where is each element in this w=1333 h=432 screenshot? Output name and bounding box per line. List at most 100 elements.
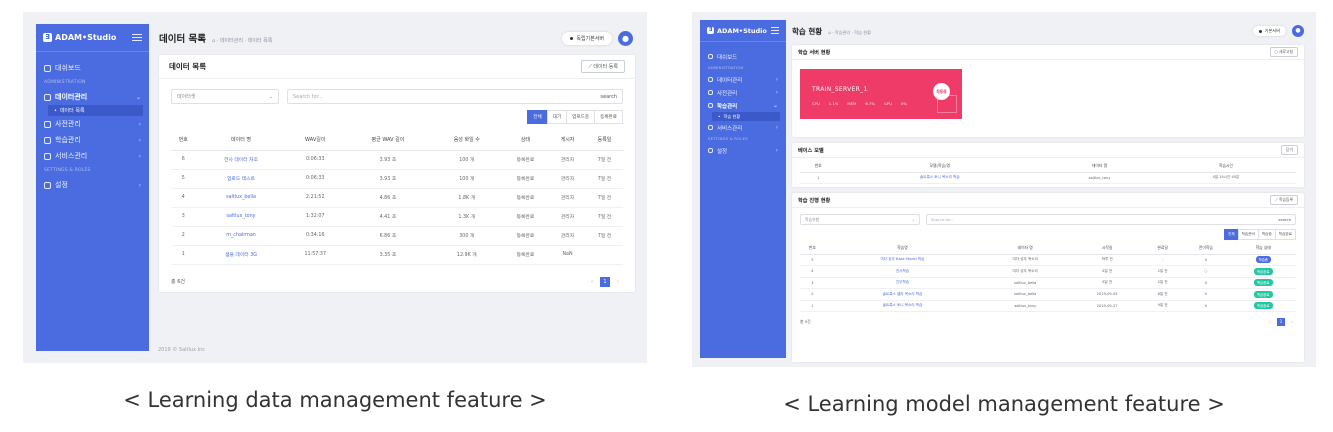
sidebar-item[interactable]: 대쉬보드 [700,50,786,63]
training-name-link[interactable]: 솔트룩스 토니 목소리 학습 [824,300,981,312]
column-header[interactable]: 전이학습 [1181,243,1231,255]
training-type-select[interactable]: 학습유형 ⌄ [800,214,920,225]
table-row[interactable]: 3 saltlux_tony 1:32:07 4.41 초 1.3K 개 등록완료 관리자 7… [171,207,623,227]
sidebar-item[interactable]: 학습관리 ⌄ [700,99,786,112]
sidebar-item[interactable]: 사전관리 › [36,116,149,132]
search-input[interactable]: Search for... search [287,89,623,104]
table-row[interactable]: 2 솔트룩스 벨라 목소리 학습 saltlux_bella 2019-09-05 8일… [800,288,1296,301]
column-header[interactable]: WAV길이 [286,130,345,151]
table-row[interactable]: 5 업로드 테스트 0:06:33 3.93 초 100 개 등록완료 관리자 7일 전 [171,169,623,189]
transfer-icon: ✕ [1181,300,1231,312]
table-row[interactable]: 1 샘플 데이터 3G 11:57:37 3.35 초 12.9K 개 등록완료 NaN [171,245,623,265]
sidebar-item[interactable]: 데이터관리 ⌄ [36,89,149,105]
status-tab[interactable]: 전체 [1223,229,1239,240]
column-header[interactable]: 평균 WAV 길이 [344,130,432,151]
column-header[interactable]: 데이터 명 [980,243,1071,255]
close-button[interactable]: 닫기 [1281,145,1298,155]
table-row[interactable]: 6 전사 데이터 처조 0:06:33 3.93 초 100 개 등록완료 관리자 7일 전 [171,150,623,170]
status-tab[interactable]: 전체 [527,110,548,124]
column-header[interactable]: 완료일 [1144,243,1182,255]
table-row[interactable]: 2 m_chairman 0:34:16 6.86 초 300 개 등록완료 관리자 7일 전 [171,226,623,246]
server-status-pill[interactable]: 기본서버 [1252,26,1286,36]
column-header[interactable]: 게시자 [549,130,586,151]
training-name-link[interactable]: 진우학습 [824,277,981,289]
page-button[interactable]: 1 [1277,318,1285,326]
breadcrumb[interactable]: ⌂ · 학습관리 · 학습 현황 [828,30,871,36]
status-tab[interactable]: 학습중 [1257,229,1276,240]
status-tab[interactable]: 학습준비 [1237,229,1259,240]
sidebar-subitem[interactable]: • 데이터 목록 [48,105,143,116]
refresh-button[interactable]: ○ 새로고침 [1269,47,1298,57]
column-header[interactable]: 번호 [800,161,837,173]
column-header[interactable]: 학습시간 [1155,161,1296,173]
training-name-link[interactable]: 솔트룩스 벨라 목소리 학습 [824,288,981,301]
sidebar-item[interactable]: 데이터관리 › [700,73,786,86]
prev-page-icon[interactable]: ‹ [587,277,597,287]
column-header[interactable]: 데이터 명 [195,130,287,151]
column-header[interactable]: 데이터 명 [1043,161,1156,173]
next-page-icon[interactable]: › [613,277,623,287]
sidebar-item[interactable]: 대쉬보드 [36,60,149,76]
sidebar-item[interactable]: 서비스관리 › [36,148,149,164]
column-header[interactable]: 번호 [171,130,196,151]
data-name-link[interactable]: 업로드 테스트 [195,169,287,189]
menu-toggle-icon[interactable] [132,34,142,41]
sidebar-subitem[interactable]: • 학습 현황 [712,112,780,121]
table-row[interactable]: 4 saltlux_bella 2:21:52 4.86 초 1.8K 개 등록완료 관리자… [171,188,623,208]
sidebar-nav: 대쉬보드 ADMINISTRATION 데이터관리 ⌄ • 데이터 목록 사전관리 › 학습관리… [36,52,149,193]
table-row[interactable]: 3 진우학습 saltlux_bella 5일 전 2일 전 ✕ 학습완료 [800,277,1296,289]
user-avatar[interactable]: ● [1292,25,1304,37]
training-name-link[interactable]: 여자 성우 Base Model 학습 [824,254,981,266]
column-header[interactable]: 음성 화일 수 [431,130,502,151]
status-tab[interactable]: 대기 [546,110,568,124]
bullet-icon: • [718,114,721,119]
column-header[interactable]: 학습명 [824,243,981,255]
search-input[interactable]: Search for... search [926,214,1296,225]
table-row[interactable]: 1 솔트룩스 토니 목소리 학습 saltlux_tony 2019-09-27 9일 … [800,300,1296,312]
table-cell: 등록완료 [501,207,550,227]
sidebar-item[interactable]: 서비스관리 › [700,121,786,134]
column-header[interactable]: 모델(학습)명 [836,161,1044,173]
prev-page-icon[interactable]: ‹ [1266,318,1274,326]
sidebar-item[interactable]: 학습관리 › [36,132,149,148]
status-tab[interactable]: 학습완료 [1274,229,1296,240]
search-placeholder: Search for... [293,93,323,100]
status-tab[interactable]: 업로드중 [566,110,596,124]
table-row[interactable]: 4 전사학습 여자 성우 목소리 4일 전 2일 전 ○ 학습완료 [800,265,1296,278]
column-header[interactable]: 등록일 [585,130,623,151]
server-tile[interactable]: TRAIN_SERVER_1 CPU 1.1% MEM 6.7% GPU 0% 작동중 [800,69,962,119]
breadcrumb[interactable]: ⌂ · 데이터관리 · 데이터 목록 [212,37,272,44]
server-status-pill[interactable]: 독립기본서버 [562,31,612,45]
sidebar-item[interactable]: 사전관리 › [700,86,786,99]
user-avatar[interactable]: ● [618,30,633,46]
sidebar-item-content: 학습관리 [44,135,81,145]
server-stat: 6.7% [865,101,875,106]
menu-toggle-icon[interactable] [771,27,779,34]
column-header[interactable]: 학습 상태 [1230,243,1296,255]
search-button[interactable]: search [1278,217,1291,222]
search-button[interactable]: search [600,94,617,100]
data-name-link[interactable]: 전사 데이터 처조 [195,150,287,170]
next-page-icon[interactable]: › [1288,318,1296,326]
data-name-link[interactable]: saltlux_tony [195,207,287,227]
dataset-select[interactable]: 데이터셋 ⌄ [171,89,279,104]
sidebar-item[interactable]: 설정 › [700,144,786,157]
column-header[interactable]: 시작일 [1070,243,1145,255]
model-name-link[interactable]: 솔트룩스 토니 목소리 학습 [836,172,1044,184]
data-name-link[interactable]: 샘플 데이터 3G [195,245,287,265]
sidebar-item[interactable]: 설정 › [36,177,149,193]
training-name-link[interactable]: 전사학습 [824,265,981,278]
column-header[interactable]: 상태 [501,130,550,151]
data-name-link[interactable]: saltlux_bella [195,188,287,208]
table-row[interactable]: 1 솔트룩스 토니 목소리 학습 saltlux_tony 4일 14시간 40분 [800,172,1296,184]
table-row[interactable]: 5 여자 성우 Base Model 학습 여자 성우 목소리 하루 전 - ✕ 학습중 [800,254,1296,266]
register-data-button[interactable]: ⟋ 데이터 등록 [581,60,625,73]
menu-icon [708,90,713,95]
sidebar-subitem-label: 학습 현황 [723,113,741,119]
data-name-link[interactable]: m_chairman [195,226,287,246]
column-header[interactable]: 번호 [800,243,825,255]
page-button[interactable]: 1 [600,276,610,287]
chevron-right-icon: › [138,136,141,144]
register-training-button[interactable]: ⟋ 학습등록 [1270,195,1298,205]
status-tab[interactable]: 등록완료 [594,110,623,124]
